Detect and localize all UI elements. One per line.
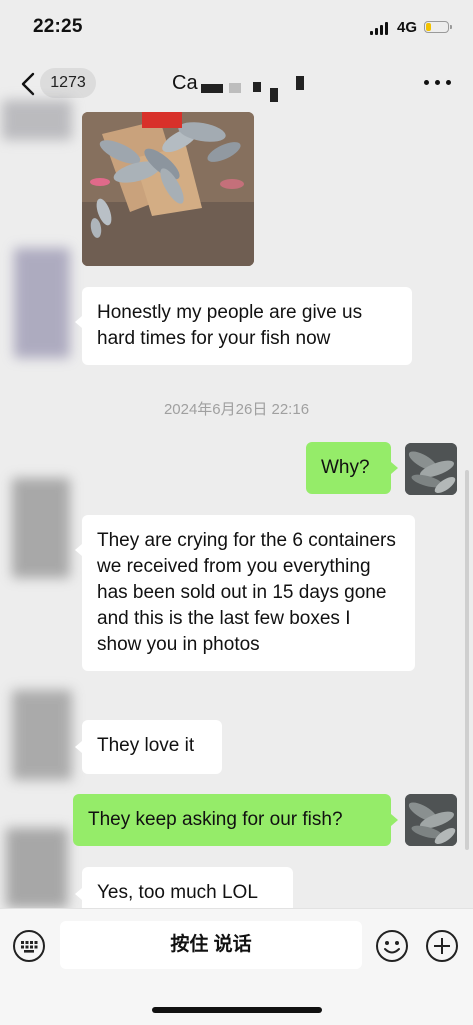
chat-title[interactable]: Ca bbox=[172, 72, 198, 95]
message-bubble-outgoing[interactable]: Why? bbox=[306, 442, 391, 494]
contact-name: Ca bbox=[172, 72, 198, 94]
bubble-tail bbox=[391, 462, 398, 474]
home-indicator[interactable] bbox=[152, 1007, 322, 1013]
bubble-tail bbox=[391, 814, 398, 826]
more-options-icon[interactable] bbox=[424, 80, 452, 86]
message-bubble-outgoing[interactable]: They keep asking for our fish? bbox=[73, 794, 391, 846]
battery-icon bbox=[424, 21, 452, 33]
plus-icon[interactable] bbox=[425, 929, 459, 963]
fish-photo-image bbox=[82, 112, 254, 266]
keyboard-icon[interactable] bbox=[12, 929, 46, 963]
contact-avatar[interactable] bbox=[12, 478, 70, 578]
redacted-name-block bbox=[253, 82, 261, 92]
fish-avatar-image bbox=[405, 794, 457, 846]
image-message-fish-photo[interactable] bbox=[82, 112, 254, 266]
message-bubble-incoming[interactable]: They love it bbox=[82, 720, 222, 774]
status-time: 22:25 bbox=[33, 16, 83, 37]
my-avatar[interactable] bbox=[405, 794, 457, 846]
contact-avatar[interactable] bbox=[12, 690, 72, 780]
contact-avatar[interactable] bbox=[6, 828, 68, 908]
contact-avatar[interactable] bbox=[14, 248, 70, 358]
redacted-name-block bbox=[270, 88, 278, 102]
fish-avatar-image bbox=[405, 443, 457, 495]
hold-to-talk-button[interactable]: 按住 说话 bbox=[60, 921, 362, 969]
message-bubble-incoming[interactable]: They are crying for the 6 containers we … bbox=[82, 515, 415, 671]
message-timestamp: 2024年6月26日 22:16 bbox=[163, 401, 310, 418]
network-type: 4G bbox=[397, 19, 418, 36]
unread-count-badge[interactable]: 1273 bbox=[40, 68, 96, 98]
my-avatar[interactable] bbox=[405, 443, 457, 495]
redacted-name-block bbox=[229, 83, 241, 93]
redacted-name-block bbox=[201, 84, 223, 93]
message-bubble-incoming[interactable]: Honestly my people are give us hard time… bbox=[82, 287, 412, 365]
emoji-icon[interactable] bbox=[375, 929, 409, 963]
contact-avatar[interactable] bbox=[2, 100, 72, 140]
bubble-tail bbox=[75, 544, 82, 556]
redacted-name-block bbox=[296, 76, 304, 90]
bubble-tail bbox=[75, 316, 82, 328]
bubble-tail bbox=[75, 741, 82, 753]
bubble-tail bbox=[75, 888, 82, 900]
chat-scrollbar[interactable] bbox=[465, 470, 469, 850]
signal-icon bbox=[370, 22, 390, 35]
